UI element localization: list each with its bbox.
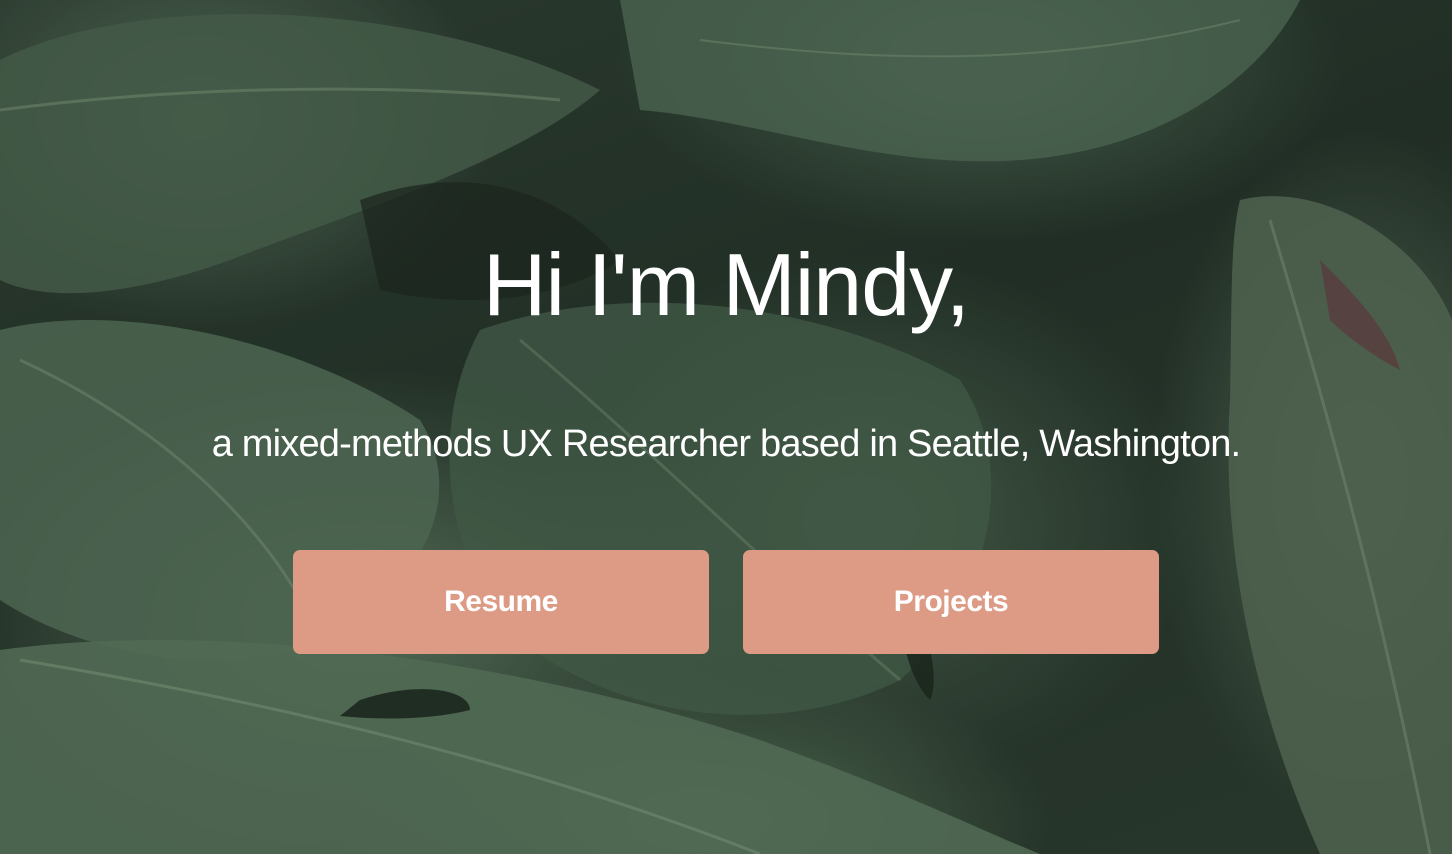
projects-button[interactable]: Projects: [743, 550, 1159, 654]
resume-button[interactable]: Resume: [293, 550, 709, 654]
hero-headline: Hi I'm Mindy,: [482, 235, 970, 334]
hero-section: Hi I'm Mindy, a mixed-methods UX Researc…: [0, 0, 1452, 854]
hero-tagline: a mixed-methods UX Researcher based in S…: [211, 423, 1241, 465]
